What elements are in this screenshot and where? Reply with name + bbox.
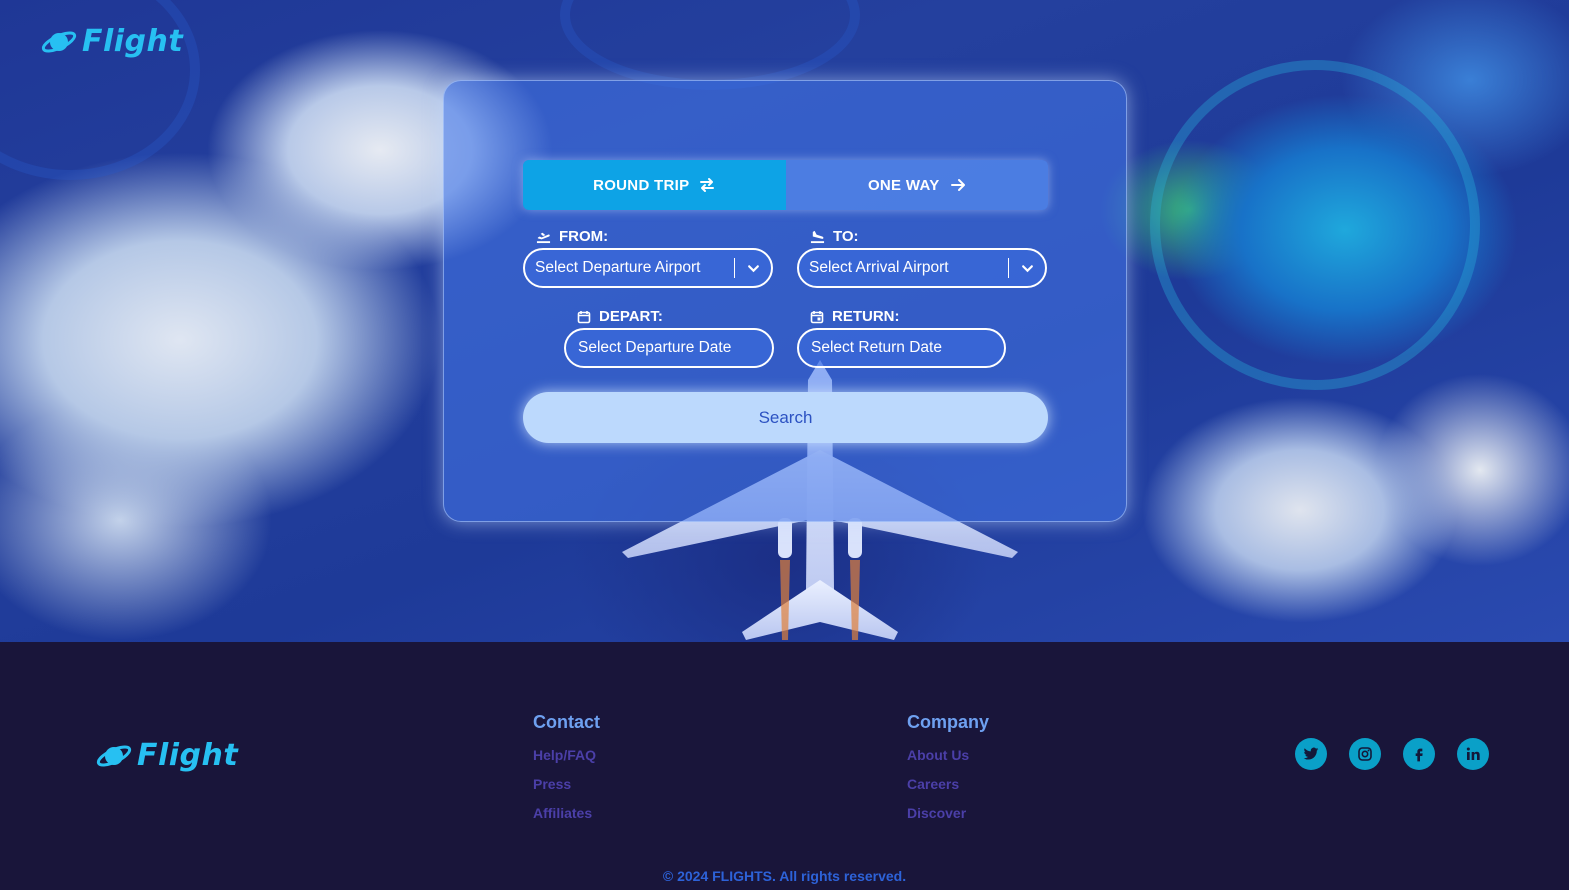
to-label: TO: bbox=[810, 228, 859, 245]
departure-date-input[interactable]: Select Departure Date bbox=[564, 328, 774, 368]
brand-logo[interactable]: Flight bbox=[40, 24, 183, 59]
planet-icon bbox=[41, 30, 77, 53]
return-date-placeholder: Select Return Date bbox=[811, 339, 942, 356]
to-label-text: TO: bbox=[833, 228, 859, 245]
footer-link-about-us[interactable]: About Us bbox=[907, 747, 969, 763]
departure-airport-placeholder: Select Departure Airport bbox=[535, 259, 701, 276]
footer-brand-logo[interactable]: Flight bbox=[95, 738, 238, 773]
linkedin-link[interactable] bbox=[1457, 738, 1489, 770]
trip-type-tabs: ROUND TRIP ONE WAY bbox=[523, 160, 1048, 210]
from-label-text: FROM: bbox=[559, 228, 609, 245]
select-divider bbox=[734, 258, 735, 278]
from-label: FROM: bbox=[536, 228, 608, 245]
footer-brand-name: Flight bbox=[137, 738, 239, 773]
swap-arrows-icon bbox=[700, 178, 715, 192]
facebook-link[interactable] bbox=[1403, 738, 1435, 770]
contact-heading: Contact bbox=[533, 712, 600, 732]
twitter-icon bbox=[1303, 747, 1319, 760]
takeoff-icon bbox=[536, 232, 551, 244]
arrival-airport-placeholder: Select Arrival Airport bbox=[809, 259, 949, 276]
calendar-icon bbox=[810, 310, 824, 323]
footer-link-careers[interactable]: Careers bbox=[907, 776, 959, 792]
copyright-text: © 2024 FLIGHTS. All rights reserved. bbox=[662, 868, 907, 884]
search-button[interactable]: Search bbox=[523, 392, 1048, 443]
instagram-icon bbox=[1358, 747, 1372, 761]
tab-one-way[interactable]: ONE WAY bbox=[785, 160, 1048, 210]
chevron-down-icon[interactable] bbox=[747, 262, 760, 275]
landing-icon bbox=[810, 230, 825, 244]
site-footer: Flight Contact Help/FAQ Press Affiliates… bbox=[0, 642, 1569, 890]
chevron-down-icon[interactable] bbox=[1021, 262, 1034, 275]
footer-link-press[interactable]: Press bbox=[533, 776, 571, 792]
tab-one-way-label: ONE WAY bbox=[867, 176, 940, 194]
footer-link-affiliates[interactable]: Affiliates bbox=[533, 805, 592, 821]
return-date-input[interactable]: Select Return Date bbox=[797, 328, 1006, 368]
departure-airport-select[interactable]: Select Departure Airport bbox=[523, 248, 773, 288]
calendar-icon bbox=[577, 310, 591, 323]
departure-date-placeholder: Select Departure Date bbox=[578, 339, 732, 356]
return-label-text: RETURN: bbox=[832, 308, 900, 325]
hero-section: Flight ROUND TRIP ONE WAY FROM: Select D… bbox=[0, 0, 1569, 642]
facebook-icon bbox=[1415, 748, 1423, 762]
depart-label: DEPART: bbox=[577, 308, 663, 325]
company-heading: Company bbox=[907, 712, 990, 732]
twitter-link[interactable] bbox=[1295, 738, 1327, 770]
flight-search-card: ROUND TRIP ONE WAY FROM: Select Departur… bbox=[443, 80, 1127, 522]
tab-round-trip[interactable]: ROUND TRIP bbox=[523, 160, 786, 210]
planet-icon bbox=[96, 744, 132, 767]
depart-label-text: DEPART: bbox=[599, 308, 663, 325]
tab-round-trip-label: ROUND TRIP bbox=[593, 176, 690, 194]
search-button-label: Search bbox=[758, 407, 813, 427]
brand-name: Flight bbox=[82, 24, 184, 59]
footer-link-help-faq[interactable]: Help/FAQ bbox=[533, 747, 596, 763]
select-divider bbox=[1008, 258, 1009, 278]
footer-link-discover[interactable]: Discover bbox=[907, 805, 966, 821]
arrow-right-icon bbox=[950, 179, 965, 191]
return-label: RETURN: bbox=[810, 308, 900, 325]
linkedin-icon bbox=[1466, 747, 1480, 760]
instagram-link[interactable] bbox=[1349, 738, 1381, 770]
arrival-airport-select[interactable]: Select Arrival Airport bbox=[797, 248, 1047, 288]
